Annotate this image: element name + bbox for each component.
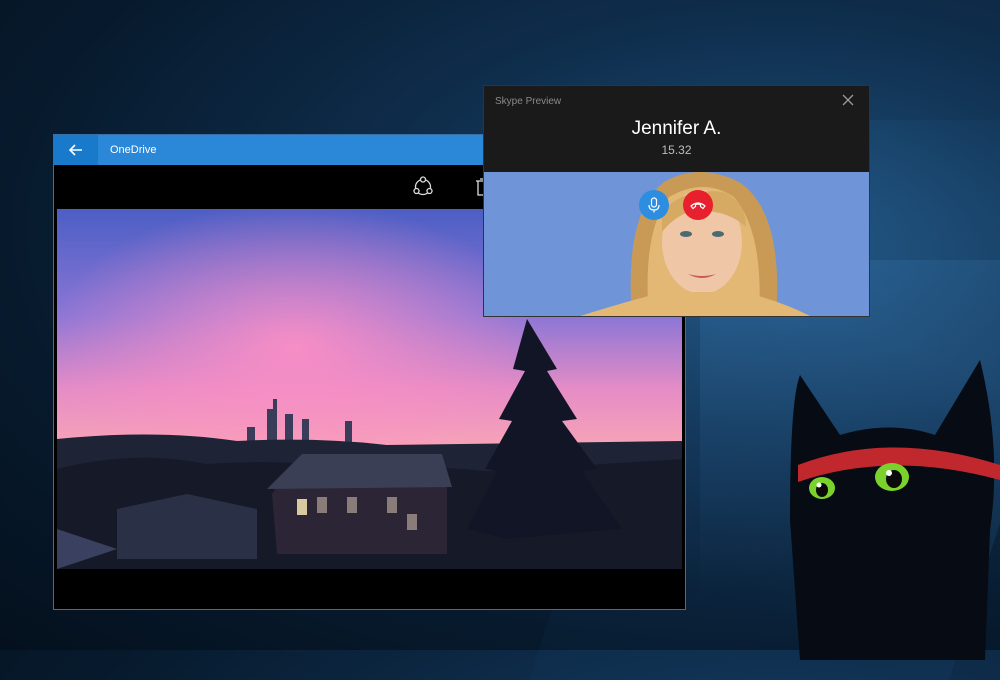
skype-window-title: Skype Preview: [495, 96, 562, 107]
end-call-button[interactable]: [683, 190, 713, 220]
share-icon: [413, 176, 433, 196]
call-duration: 15.32: [661, 143, 692, 157]
skype-titlebar: Skype Preview: [484, 86, 869, 116]
skype-call-window: Skype Preview Jennifer A. 15.32: [483, 85, 870, 317]
close-icon: [842, 94, 854, 106]
caller-video-feed: [484, 172, 869, 316]
caller-name: Jennifer A.: [631, 118, 722, 139]
back-arrow-icon: [69, 144, 82, 156]
onedrive-title: OneDrive: [110, 144, 157, 156]
share-button[interactable]: [412, 176, 434, 198]
microphone-icon: [648, 197, 660, 213]
back-button[interactable]: [54, 135, 98, 165]
mute-microphone-button[interactable]: [639, 190, 669, 220]
photo-bottom-bar: [54, 569, 685, 609]
end-call-icon: [690, 202, 706, 210]
close-button[interactable]: [841, 93, 855, 107]
ninja-cat-wallpaper: [770, 340, 1000, 660]
